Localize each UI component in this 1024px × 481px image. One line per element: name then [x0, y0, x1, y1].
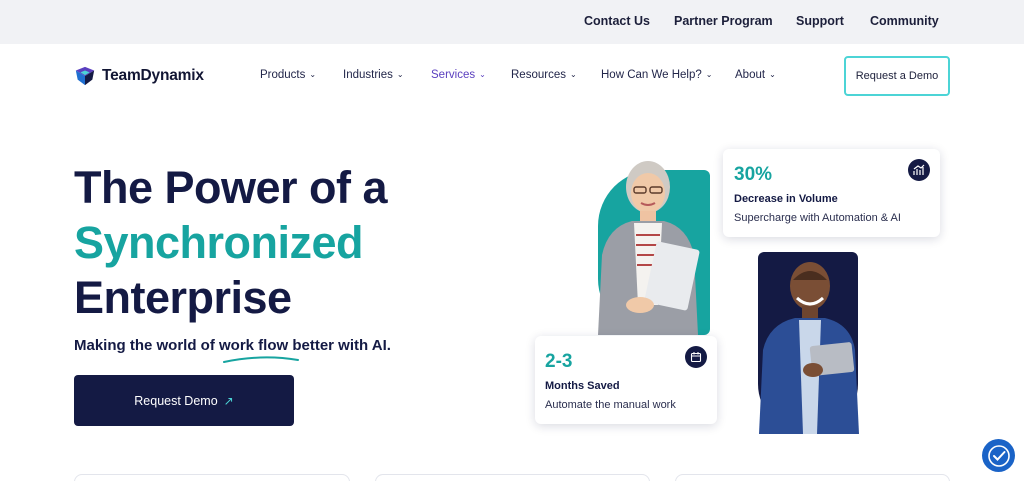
- chart-icon: [908, 159, 930, 181]
- feature-card: [375, 474, 650, 481]
- hero-title-line1: The Power of a: [74, 162, 388, 213]
- calendar-icon: [685, 346, 707, 368]
- utility-bar: Contact Us Partner Program Support Commu…: [0, 0, 1024, 44]
- support-link[interactable]: Support: [796, 14, 844, 28]
- stat-title: Decrease in Volume: [734, 193, 838, 205]
- request-demo-label: Request Demo: [134, 393, 218, 408]
- chevron-down-icon: ⌄: [396, 70, 404, 79]
- logo[interactable]: TeamDynamix: [74, 65, 204, 87]
- hero-subtitle: Making the world of work flow better wit…: [74, 337, 391, 354]
- main-nav: TeamDynamix Products ⌄ Industries ⌄ Servic…: [0, 44, 1024, 110]
- nav-how-can-we-help[interactable]: How Can We Help? ⌄: [601, 69, 712, 81]
- nav-about[interactable]: About ⌄: [735, 69, 776, 81]
- chevron-down-icon: ⌄: [479, 70, 486, 79]
- accessibility-icon: [987, 444, 1010, 467]
- stat-card-volume: 30% Decrease in Volume Supercharge with …: [723, 149, 940, 237]
- chevron-down-icon: ⌄: [705, 70, 713, 79]
- nav-services-label: Services: [431, 69, 476, 81]
- woman-photo: [598, 161, 700, 335]
- logo-text: TeamDynamix: [102, 67, 204, 84]
- accessibility-button[interactable]: [982, 439, 1015, 472]
- nav-resources-label: Resources: [511, 69, 566, 81]
- nav-industries[interactable]: Industries ⌄: [343, 69, 404, 81]
- request-a-demo-button[interactable]: Request a Demo: [844, 56, 950, 96]
- nav-services[interactable]: Services ⌄: [431, 69, 486, 81]
- nav-industries-label: Industries: [343, 69, 393, 81]
- nav-resources[interactable]: Resources ⌄: [511, 69, 577, 81]
- stat-desc: Automate the manual work: [545, 399, 676, 411]
- stat-title: Months Saved: [545, 380, 620, 392]
- hero-title: The Power of a Synchronized Enterprise: [74, 160, 388, 325]
- community-link[interactable]: Community: [870, 14, 939, 28]
- partner-program-link[interactable]: Partner Program: [674, 14, 773, 28]
- stat-value: 2-3: [545, 351, 573, 372]
- stat-desc: Supercharge with Automation & AI: [734, 212, 901, 224]
- underline-swoosh: [223, 356, 299, 363]
- chevron-down-icon: ⌄: [769, 70, 776, 79]
- contact-us-link[interactable]: Contact Us: [584, 14, 650, 28]
- chevron-down-icon: ⌄: [309, 70, 317, 79]
- request-demo-button[interactable]: Request Demo ↗: [74, 375, 294, 426]
- stat-value: 30%: [734, 164, 773, 185]
- man-photo: [759, 262, 859, 434]
- nav-how-can-we-help-label: How Can We Help?: [601, 69, 702, 81]
- hero-title-line2: Synchronized: [74, 217, 364, 268]
- chevron-down-icon: ⌄: [569, 70, 577, 79]
- nav-products-label: Products: [260, 69, 306, 81]
- feature-card: [74, 474, 350, 481]
- nav-products[interactable]: Products ⌄: [260, 69, 316, 81]
- stat-card-months: 2-3 Months Saved Automate the manual wor…: [535, 336, 717, 424]
- nav-about-label: About: [735, 69, 766, 81]
- feature-card: [675, 474, 950, 481]
- logo-icon: [75, 66, 95, 86]
- arrow-up-right-icon: ↗: [223, 393, 234, 408]
- hero-title-line3: Enterprise: [74, 272, 292, 323]
